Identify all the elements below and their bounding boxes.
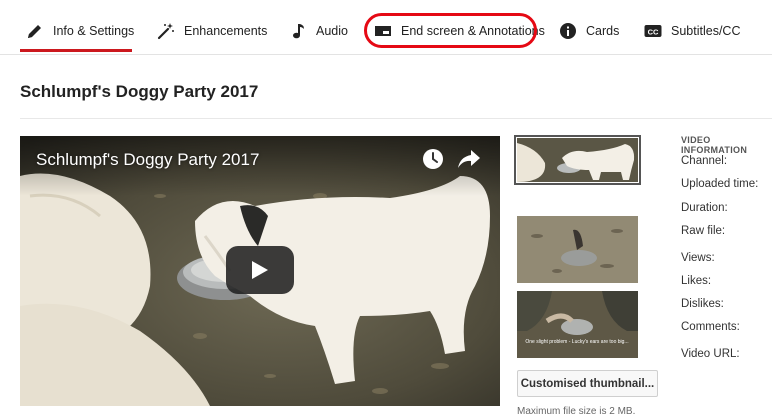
tab-subtitles-cc[interactable]: CC Subtitles/CC [644,16,740,46]
video-information-heading: VIDEO INFORMATION [681,135,748,155]
thumbnail-caption: One slight problem - Lucky's ears are to… [525,339,628,345]
tab-bar: Info & Settings Enhancements Audio End s… [0,0,772,55]
channel-label: Channel: [681,155,728,167]
highlight-ring [364,13,537,48]
music-note-icon [289,22,307,40]
tab-info-settings[interactable]: Info & Settings [26,16,134,46]
tab-label: Cards [586,24,620,38]
tab-label: Enhancements [184,24,268,38]
tab-label: Audio [316,24,348,38]
play-icon [252,261,268,279]
page-title: Schlumpf's Doggy Party 2017 [20,82,259,101]
thumbnail-image [517,138,638,182]
pencil-icon [26,22,44,40]
tab-cards[interactable]: Cards [559,16,619,46]
active-tab-underline [20,49,132,52]
tab-enhancements[interactable]: Enhancements [157,16,267,46]
tab-audio[interactable]: Audio [289,16,348,46]
tab-label: Info & Settings [53,24,135,38]
max-file-size-note: Maximum file size is 2 MB. [517,406,636,417]
likes-label: Likes: [681,275,712,287]
comments-label: Comments: [681,321,740,333]
customised-thumbnail-button[interactable]: Customised thumbnail... [517,370,658,397]
cc-icon: CC [644,22,662,40]
uploaded-time-label: Uploaded time: [681,178,759,190]
divider [20,118,772,119]
play-button[interactable] [226,246,294,294]
raw-file-label: Raw file: [681,225,726,237]
svg-text:CC: CC [648,28,659,37]
thumbnail-option-3[interactable]: One slight problem - Lucky's ears are to… [517,291,638,358]
views-label: Views: [681,252,715,264]
duration-label: Duration: [681,202,728,214]
share-icon[interactable] [457,148,481,170]
thumbnail-image [517,216,638,283]
video-url-label: Video URL: [681,348,740,360]
dislikes-label: Dislikes: [681,298,724,310]
thumbnail-option-1[interactable] [517,138,638,182]
watch-later-icon[interactable] [422,148,444,170]
player-title: Schlumpf's Doggy Party 2017 [36,150,260,169]
tab-label: Subtitles/CC [671,24,741,38]
magic-wand-icon [157,22,175,40]
info-icon [559,22,577,40]
video-player[interactable]: Schlumpf's Doggy Party 2017 [20,136,500,406]
thumbnail-option-2[interactable] [517,216,638,283]
thumbnail-image: One slight problem - Lucky's ears are to… [517,291,638,358]
